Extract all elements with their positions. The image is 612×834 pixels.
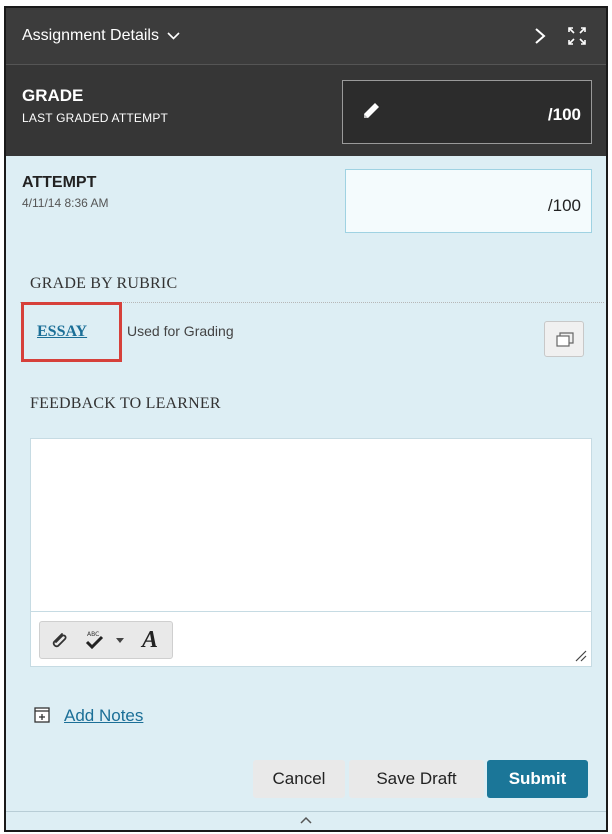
panel-title: Assignment Details: [22, 27, 159, 44]
chevron-up-icon[interactable]: [299, 815, 313, 825]
grade-subtitle: LAST GRADED ATTEMPT: [22, 111, 169, 125]
spellcheck-dropdown[interactable]: [110, 622, 130, 658]
spellcheck-icon: ABC: [85, 631, 104, 650]
resize-handle-icon[interactable]: [573, 648, 587, 662]
feedback-editor: ABC A: [30, 438, 592, 667]
chevron-right-icon[interactable]: [533, 26, 547, 46]
grade-by-rubric-heading: GRADE BY RUBRIC: [30, 275, 178, 292]
chevron-down-icon: [167, 32, 180, 40]
grade-title: GRADE: [22, 86, 84, 105]
attempt-out-of: /100: [547, 196, 581, 215]
attempt-title: ATTEMPT: [22, 174, 97, 191]
rubric-view-button[interactable]: [544, 321, 584, 357]
notes-icon: [34, 707, 50, 723]
caret-down-icon: [116, 637, 124, 643]
rubric-status: Used for Grading: [127, 323, 234, 339]
grade-section: GRADE LAST GRADED ATTEMPT /100: [6, 65, 606, 156]
attempt-grade-input[interactable]: /100: [345, 169, 592, 233]
save-draft-button[interactable]: Save Draft: [349, 760, 484, 798]
paperclip-icon: [52, 633, 67, 648]
panel-footer: [6, 811, 606, 830]
assignment-panel: Assignment Details GRADE LAST GRADED ATT…: [4, 6, 608, 832]
spellcheck-button[interactable]: ABC: [78, 622, 110, 658]
window-icon: [556, 332, 574, 347]
expand-icon[interactable]: [567, 26, 587, 46]
add-notes-link[interactable]: Add Notes: [64, 706, 143, 726]
attempt-date: 4/11/14 8:36 AM: [22, 196, 109, 210]
submit-button[interactable]: Submit: [487, 760, 588, 798]
cancel-button[interactable]: Cancel: [253, 760, 345, 798]
grade-out-of: /100: [547, 105, 581, 124]
format-text-button[interactable]: A: [130, 622, 170, 658]
panel-header: Assignment Details: [6, 8, 606, 65]
attach-button[interactable]: [40, 622, 78, 658]
rubric-essay-link[interactable]: ESSAY: [37, 323, 87, 341]
toolbar-group: ABC A: [39, 621, 173, 659]
assignment-details-dropdown[interactable]: Assignment Details: [22, 27, 180, 45]
pencil-icon: [364, 103, 379, 118]
grade-override-field[interactable]: /100: [342, 80, 592, 144]
feedback-heading: FEEDBACK TO LEARNER: [30, 395, 221, 412]
feedback-textarea[interactable]: [31, 439, 591, 611]
editor-toolbar: ABC A: [31, 611, 591, 666]
svg-text:ABC: ABC: [87, 631, 99, 638]
